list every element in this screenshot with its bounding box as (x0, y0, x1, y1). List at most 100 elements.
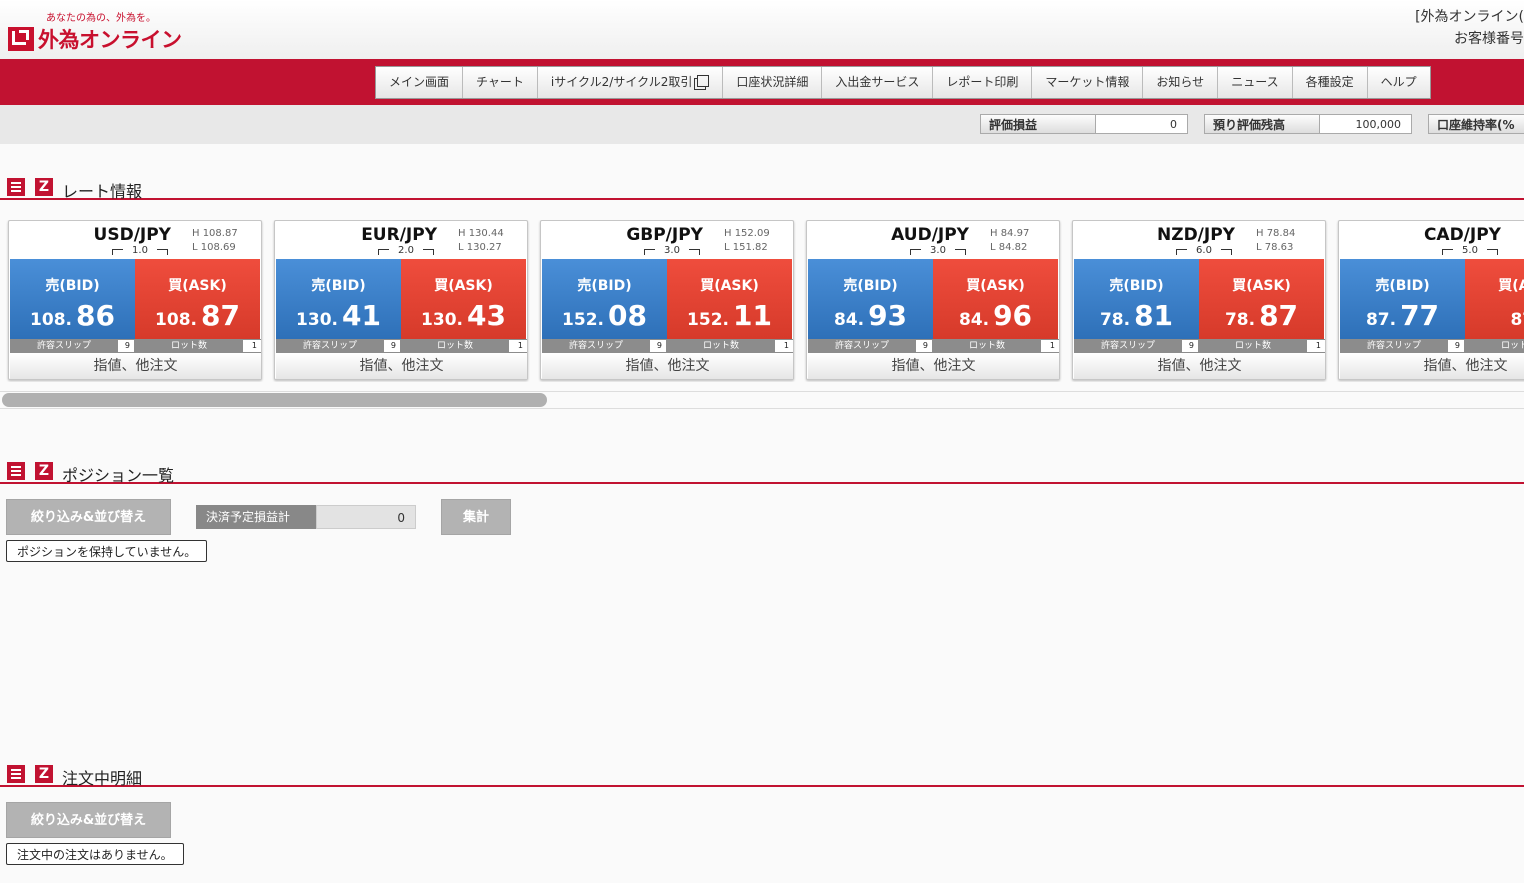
low-price: L 151.82 (724, 242, 768, 253)
rate-cards: USD/JPY H 108.87 L 108.69 1.0 売(BID) 108. 86 買(… (0, 220, 1524, 382)
logo-icon[interactable] (8, 27, 34, 51)
ask-label: 買(ASK) (1232, 278, 1291, 294)
main-nav: メイン画面 チャート iサイクル2/サイクル2取引 口座状況詳細 入出金サービス… (375, 66, 1431, 99)
deposit-balance-label: 預り評価残高 (1204, 114, 1320, 134)
spread-value: 2.0 (378, 245, 434, 256)
ask-price-int: 108. (155, 310, 197, 330)
bid-button[interactable]: 売(BID) 152. 08 (542, 259, 667, 339)
slip-input[interactable]: 9 (916, 340, 932, 352)
bid-button[interactable]: 売(BID) 108. 86 (10, 259, 135, 339)
nav-label: レポート印刷 (946, 75, 1019, 89)
limit-order-button[interactable]: 指値、他注文 (276, 354, 527, 379)
limit-order-button[interactable]: 指値、他注文 (1074, 354, 1325, 379)
limit-order-button[interactable]: 指値、他注文 (542, 354, 793, 379)
bid-price-dec: 41 (341, 299, 381, 332)
bid-price-int: 130. (296, 310, 338, 330)
z-icon[interactable]: Z (35, 462, 53, 480)
z-icon[interactable]: Z (35, 765, 53, 783)
nav-deposit-withdraw[interactable]: 入出金サービス (822, 67, 934, 98)
limit-order-button[interactable]: 指値、他注文 (1340, 354, 1524, 379)
lot-label: ロット数 (968, 341, 1005, 351)
tagline: あなたの為の、外為を。 (46, 13, 156, 24)
ask-price-dec: 11 (732, 299, 772, 332)
menu-icon[interactable] (7, 178, 25, 196)
lot-input[interactable]: 1 (775, 340, 793, 352)
slip-input[interactable]: 9 (384, 340, 400, 352)
nav-report-print[interactable]: レポート印刷 (933, 67, 1033, 98)
card-settings-row: 許容スリップ 9 ロット数 1 (10, 339, 261, 353)
orders-filter-sort-button[interactable]: 絞り込み&並び替え (6, 802, 171, 838)
deposit-balance-value: 100,000 (1319, 114, 1412, 134)
ask-price-int: 84. (958, 310, 990, 330)
nav-help[interactable]: ヘルプ (1367, 67, 1430, 98)
unrealized-pl-value: 0 (1095, 114, 1188, 134)
bid-label: 売(BID) (843, 278, 898, 294)
no-orders-message: 注文中の注文はありません。 (6, 843, 184, 865)
currency-pair: GBP/JPY (626, 225, 703, 245)
section-title: レート情報 (62, 182, 143, 201)
spread-value: 3.0 (644, 245, 700, 256)
z-icon[interactable]: Z (35, 178, 53, 196)
logo-text[interactable]: 外為オンライン (38, 24, 182, 54)
nav-icycle[interactable]: iサイクル2/サイクル2取引 (537, 67, 724, 98)
ask-button[interactable]: 買(ASK) 152. 11 (667, 259, 792, 339)
ask-price-int: 87. (1510, 310, 1524, 330)
bid-button[interactable]: 売(BID) 84. 93 (808, 259, 933, 339)
bid-price-dec: 93 (868, 299, 908, 332)
ask-price-dec: 96 (993, 299, 1033, 332)
ask-button[interactable]: 買(ASK) 84. 96 (933, 259, 1058, 339)
bid-label: 売(BID) (45, 278, 100, 294)
nav-market-info[interactable]: マーケット情報 (1032, 67, 1144, 98)
menu-icon[interactable] (7, 765, 25, 783)
lot-input[interactable]: 1 (509, 340, 527, 352)
bid-price-dec: 77 (1400, 299, 1440, 332)
nav-news[interactable]: ニュース (1218, 67, 1293, 98)
nav-label: 各種設定 (1305, 75, 1354, 89)
bid-button[interactable]: 売(BID) 87. 77 (1340, 259, 1465, 339)
currency-pair: USD/JPY (93, 225, 171, 245)
scrollbar-thumb[interactable] (2, 393, 547, 407)
nav-account-details[interactable]: 口座状況詳細 (723, 67, 823, 98)
ask-button[interactable]: 買(ASK) 78. 87 (1199, 259, 1324, 339)
bid-button[interactable]: 売(BID) 130. 41 (276, 259, 401, 339)
limit-order-button[interactable]: 指値、他注文 (10, 354, 261, 379)
low-price: L 108.69 (192, 242, 236, 253)
slip-input[interactable]: 9 (650, 340, 666, 352)
bid-button[interactable]: 売(BID) 78. 81 (1074, 259, 1199, 339)
bid-price-dec: 08 (607, 299, 647, 332)
horizontal-scrollbar[interactable] (0, 391, 1524, 409)
ask-button[interactable]: 買(ASK) 87. (1465, 259, 1524, 339)
settlement-pl-value: 0 (316, 505, 416, 529)
ask-price-int: 130. (421, 310, 463, 330)
slip-input[interactable]: 9 (1182, 340, 1198, 352)
slip-label: 許容スリップ (1366, 341, 1421, 351)
positions-filter-sort-button[interactable]: 絞り込み&並び替え (6, 499, 171, 535)
ask-label: 買(ASK) (1498, 278, 1524, 294)
lot-input[interactable]: 1 (1307, 340, 1325, 352)
ask-button[interactable]: 買(ASK) 108. 87 (135, 259, 260, 339)
section-title: 注文中明細 (62, 769, 143, 788)
lot-input[interactable]: 1 (243, 340, 261, 352)
slip-label: 許容スリップ (1100, 341, 1155, 351)
slip-input[interactable]: 9 (1448, 340, 1464, 352)
rate-card: AUD/JPY H 84.97 L 84.82 3.0 売(BID) 84. 93 買(ASK… (806, 220, 1060, 380)
menu-icon[interactable] (7, 462, 25, 480)
rate-card: GBP/JPY H 152.09 L 151.82 3.0 売(BID) 152. 08 買(… (540, 220, 794, 380)
ask-price-dec: 43 (466, 299, 506, 332)
slip-input[interactable]: 9 (118, 340, 134, 352)
aggregate-button[interactable]: 集計 (441, 499, 511, 535)
no-positions-message: ポジションを保持していません。 (6, 540, 208, 562)
nav-notices[interactable]: お知らせ (1143, 67, 1219, 98)
limit-order-button[interactable]: 指値、他注文 (808, 354, 1059, 379)
nav-main-screen[interactable]: メイン画面 (376, 67, 464, 98)
bid-price-int: 87. (1365, 310, 1397, 330)
orders-section-header: Z 注文中明細 (0, 763, 1524, 788)
lot-input[interactable]: 1 (1041, 340, 1059, 352)
rates-section-header: Z レート情報 (0, 176, 1524, 201)
nav-label: マーケット情報 (1045, 75, 1130, 89)
main-nav-bar: メイン画面 チャート iサイクル2/サイクル2取引 口座状況詳細 入出金サービス… (0, 59, 1524, 105)
ask-button[interactable]: 買(ASK) 130. 43 (401, 259, 526, 339)
nav-chart[interactable]: チャート (463, 67, 538, 98)
bid-price-int: 108. (30, 310, 72, 330)
nav-settings[interactable]: 各種設定 (1292, 67, 1368, 98)
